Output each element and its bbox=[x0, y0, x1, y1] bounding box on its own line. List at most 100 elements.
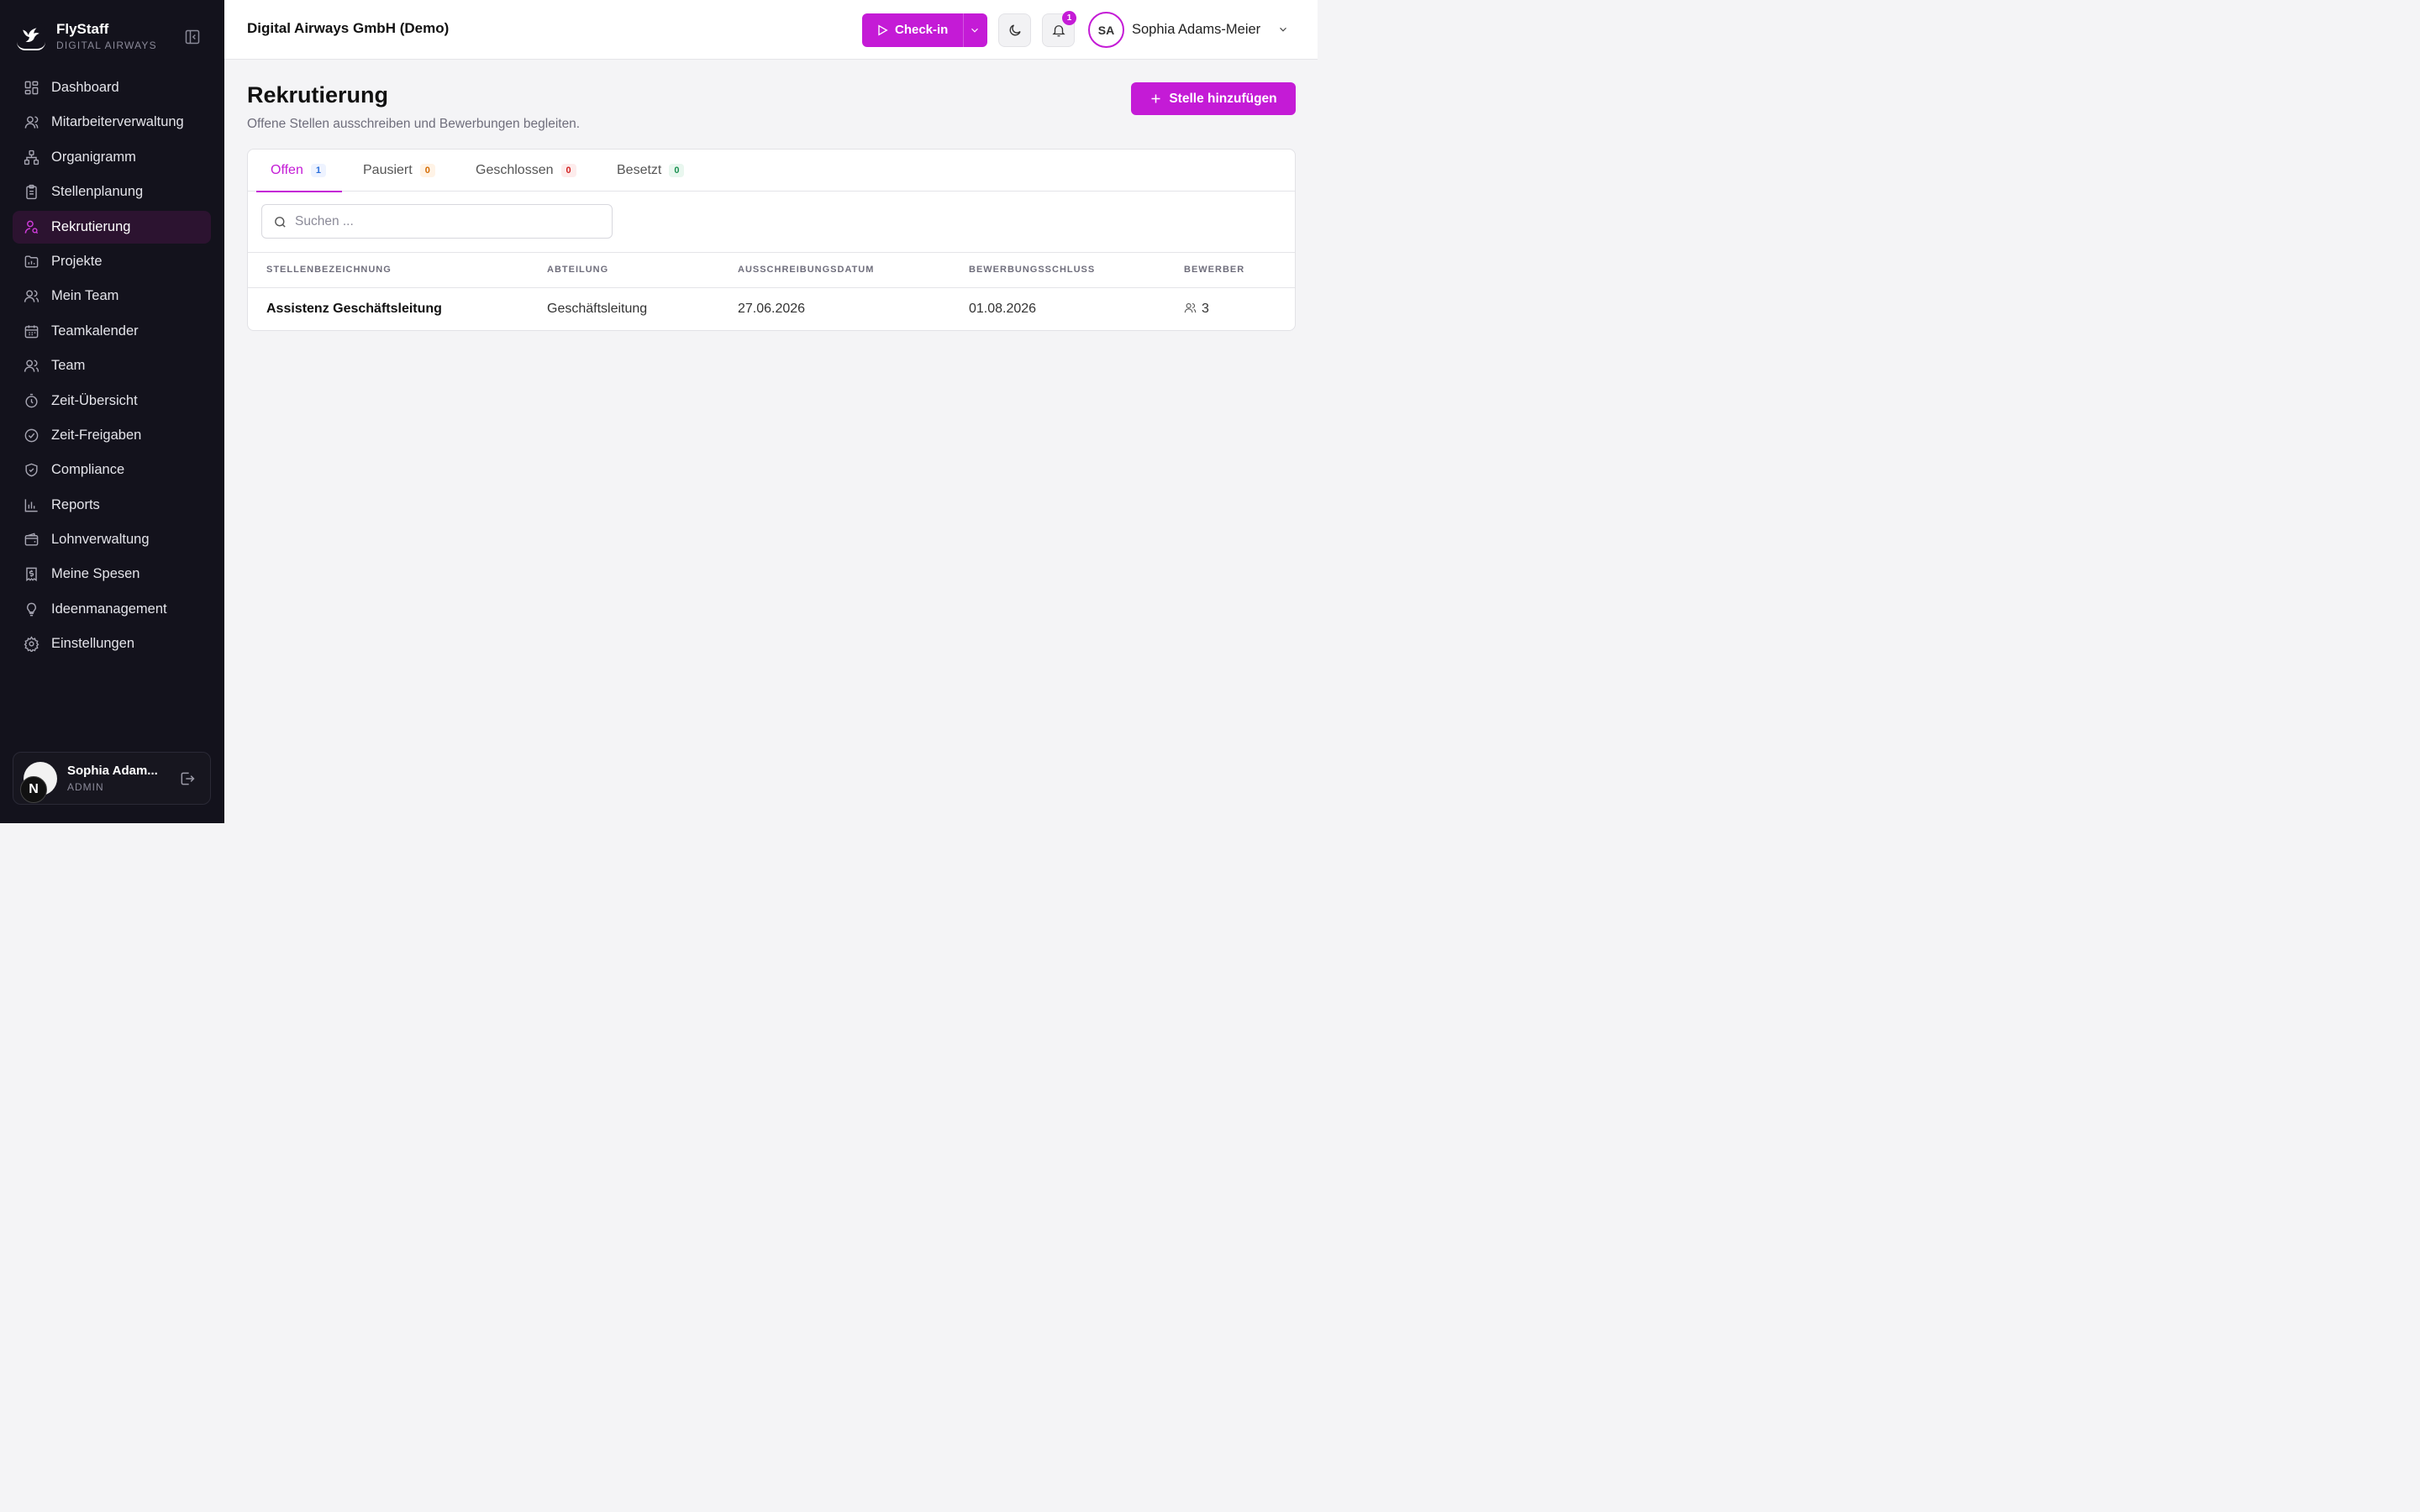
sidebar-item-label: Compliance bbox=[51, 462, 125, 478]
tab-count-badge: 0 bbox=[560, 164, 576, 177]
job-title-cell[interactable]: Assistenz Geschäftsleitung bbox=[266, 302, 442, 317]
sidebar-item-zeit-uebersicht[interactable]: Zeit-Übersicht bbox=[13, 385, 211, 417]
tab-count-badge: 0 bbox=[419, 164, 435, 177]
sidebar-item-meine-spesen[interactable]: Meine Spesen bbox=[13, 558, 211, 591]
sidebar-item-label: Reports bbox=[51, 496, 100, 512]
sidebar-item-label: Zeit-Freigaben bbox=[51, 427, 142, 443]
sidebar-item-dashboard[interactable]: Dashboard bbox=[13, 71, 211, 104]
sidebar-item-stellenplanung[interactable]: Stellenplanung bbox=[13, 176, 211, 208]
sidebar-nav: Dashboard Mitarbeiterverwaltung Organigr… bbox=[13, 71, 211, 663]
page-subtitle: Offene Stellen ausschreiben und Bewerbun… bbox=[247, 117, 581, 131]
sidebar-item-label: Dashboard bbox=[51, 80, 119, 95]
sidebar-item-lohnverwaltung[interactable]: Lohnverwaltung bbox=[13, 523, 211, 556]
tab-besetzt[interactable]: Besetzt 0 bbox=[617, 150, 685, 192]
sidebar-item-label: Einstellungen bbox=[51, 636, 135, 652]
check-circle-icon bbox=[24, 428, 39, 443]
check-in-divider bbox=[963, 13, 964, 47]
sidebar-item-zeit-freigaben[interactable]: Zeit-Freigaben bbox=[13, 419, 211, 452]
status-tabs: Offen 1 Pausiert 0 Geschlossen 0 Besetzt… bbox=[248, 150, 1295, 192]
posted-date-cell: 27.06.2026 bbox=[738, 302, 806, 316]
sidebar-item-organigramm[interactable]: Organigramm bbox=[13, 141, 211, 174]
bell-icon bbox=[1051, 25, 1065, 37]
users-icon bbox=[24, 290, 39, 303]
sidebar-item-label: Mitarbeiterverwaltung bbox=[51, 114, 184, 130]
users-icon bbox=[1184, 302, 1197, 313]
column-header[interactable]: STELLENBEZEICHNUNG bbox=[266, 265, 392, 275]
tab-count-badge: 0 bbox=[669, 164, 685, 177]
chevron-down-icon[interactable] bbox=[969, 24, 981, 36]
play-icon bbox=[878, 24, 888, 36]
receipt-icon bbox=[26, 568, 37, 582]
sidebar-item-mein-team[interactable]: Mein Team bbox=[13, 280, 211, 312]
column-header[interactable]: ABTEILUNG bbox=[547, 265, 608, 275]
search-input[interactable] bbox=[295, 212, 606, 232]
column-header[interactable]: AUSSCHREIBUNGSDATUM bbox=[738, 265, 874, 275]
sidebar-item-einstellungen[interactable]: Einstellungen bbox=[13, 627, 211, 660]
check-in-label: Check-in bbox=[895, 23, 949, 37]
company-name: Digital Airways GmbH (Demo) bbox=[247, 20, 450, 36]
top-bar: Digital Airways GmbH (Demo) Check-in 1 S… bbox=[224, 0, 1318, 60]
sidebar-item-compliance[interactable]: Compliance bbox=[13, 454, 211, 486]
sidebar-item-team[interactable]: Team bbox=[13, 349, 211, 382]
tab-pausiert[interactable]: Pausiert 0 bbox=[363, 150, 435, 192]
recruiting-card: Offen 1 Pausiert 0 Geschlossen 0 Besetzt… bbox=[247, 149, 1296, 331]
avatar[interactable]: SA bbox=[1088, 12, 1124, 48]
logout-icon[interactable] bbox=[179, 770, 196, 787]
brand-subtitle: DIGITAL AIRWAYS bbox=[56, 39, 157, 51]
sidebar-item-label: Mein Team bbox=[51, 288, 119, 304]
org-chart-icon bbox=[24, 150, 39, 165]
check-in-button[interactable]: Check-in bbox=[862, 13, 987, 47]
lightbulb-icon bbox=[27, 602, 36, 617]
sidebar-item-label: Organigramm bbox=[51, 149, 136, 165]
tab-offen[interactable]: Offen 1 bbox=[256, 150, 342, 192]
sidebar-user-card[interactable]: N Sophia Adam... ADMIN bbox=[13, 752, 211, 805]
sidebar-collapse-icon[interactable] bbox=[184, 29, 201, 45]
table-row[interactable]: Assistenz Geschäftsleitung Geschäftsleit… bbox=[248, 288, 1295, 330]
calendar-icon bbox=[24, 325, 39, 339]
sidebar-item-label: Meine Spesen bbox=[51, 566, 140, 582]
sidebar-user-role: ADMIN bbox=[67, 781, 104, 793]
sidebar-item-ideenmanagement[interactable]: Ideenmanagement bbox=[13, 593, 211, 626]
tab-count-badge: 1 bbox=[310, 164, 326, 177]
dark-mode-toggle[interactable] bbox=[998, 13, 1031, 47]
sidebar-item-projekte[interactable]: Projekte bbox=[13, 245, 211, 278]
folder-chart-icon bbox=[24, 255, 39, 268]
sidebar-item-label: Projekte bbox=[51, 253, 103, 269]
plus-icon bbox=[1151, 94, 1160, 103]
tab-label: Besetzt bbox=[617, 163, 662, 177]
search-field[interactable] bbox=[261, 204, 613, 239]
sidebar-item-label: Zeit-Übersicht bbox=[51, 392, 138, 408]
applicant-count: 3 bbox=[1202, 302, 1209, 316]
sidebar-item-label: Lohnverwaltung bbox=[51, 532, 150, 548]
search-icon bbox=[275, 217, 286, 228]
sidebar-item-reports[interactable]: Reports bbox=[13, 489, 211, 522]
bird-logo-icon bbox=[17, 22, 45, 50]
moon-icon bbox=[1009, 24, 1021, 36]
user-menu-name[interactable]: Sophia Adams-Meier bbox=[1132, 22, 1260, 38]
column-header[interactable]: BEWERBUNGSSCHLUSS bbox=[969, 265, 1095, 275]
tab-label: Offen bbox=[271, 163, 303, 177]
applicants-cell: 3 bbox=[1184, 302, 1209, 317]
active-tab-indicator bbox=[256, 191, 342, 192]
sidebar-item-rekrutierung[interactable]: Rekrutierung bbox=[13, 210, 211, 244]
sidebar-item-label: Stellenplanung bbox=[51, 184, 144, 200]
sidebar-item-teamkalender[interactable]: Teamkalender bbox=[13, 315, 211, 348]
users-icon bbox=[24, 360, 39, 372]
sidebar-item-mitarbeiterverwaltung[interactable]: Mitarbeiterverwaltung bbox=[13, 106, 211, 139]
add-position-button[interactable]: Stelle hinzufügen bbox=[1131, 82, 1296, 115]
table-header: STELLENBEZEICHNUNG ABTEILUNG AUSSCHREIBU… bbox=[248, 252, 1295, 288]
chevron-down-icon[interactable] bbox=[1277, 24, 1289, 35]
user-icon bbox=[24, 116, 39, 129]
timer-icon bbox=[25, 393, 38, 407]
deadline-cell: 01.08.2026 bbox=[969, 302, 1037, 316]
tab-label: Geschlossen bbox=[476, 163, 554, 177]
gear-icon bbox=[24, 636, 39, 653]
notification-count-badge: 1 bbox=[1062, 11, 1076, 25]
sidebar-item-label: Teamkalender bbox=[51, 323, 139, 339]
sidebar-item-label: Ideenmanagement bbox=[51, 601, 167, 617]
add-position-label: Stelle hinzufügen bbox=[1169, 91, 1277, 106]
tab-geschlossen[interactable]: Geschlossen 0 bbox=[476, 150, 576, 192]
brand-name: FlyStaff bbox=[56, 21, 109, 37]
column-header[interactable]: BEWERBER bbox=[1184, 265, 1244, 275]
tab-label: Pausiert bbox=[363, 163, 413, 177]
